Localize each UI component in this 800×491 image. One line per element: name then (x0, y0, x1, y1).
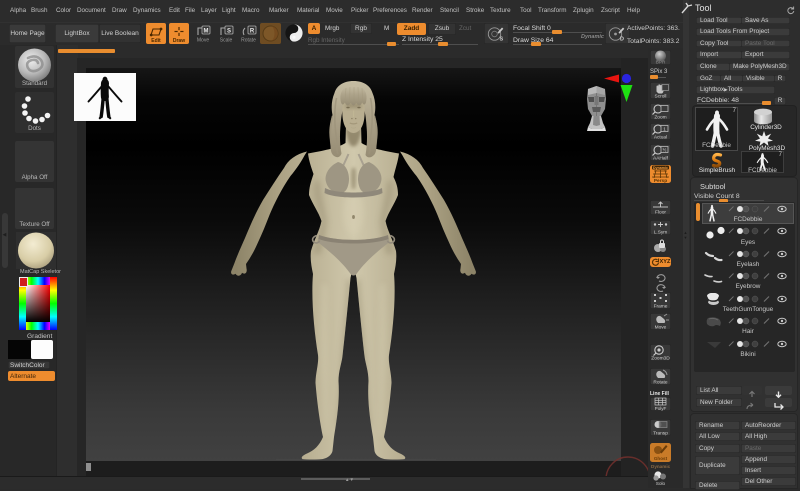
svg-text:Persp: Persp (654, 178, 667, 183)
svg-text:Rotate: Rotate (241, 38, 256, 44)
svg-text:Dynamic: Dynamic (653, 166, 668, 170)
svg-text:AAHalf: AAHalf (653, 156, 669, 162)
svg-text:PolyF: PolyF (655, 406, 667, 411)
svg-text:Move: Move (655, 325, 667, 331)
svg-text:Draw: Draw (173, 38, 185, 44)
svg-text:Solo: Solo (656, 481, 666, 486)
svg-text:Scale: Scale (220, 38, 233, 44)
svg-text:Actual: Actual (654, 135, 667, 141)
svg-text:L.Sym: L.Sym (654, 230, 668, 236)
svg-text:Transp: Transp (653, 431, 668, 437)
svg-text:S: S (500, 37, 504, 43)
svg-text:Rotate: Rotate (653, 380, 667, 386)
svg-text:Move: Move (197, 38, 209, 44)
svg-text:Frame: Frame (654, 304, 668, 310)
svg-text:Edit: Edit (151, 38, 161, 44)
svg-text:Floor: Floor (655, 210, 666, 216)
svg-text:Zoom3D: Zoom3D (651, 356, 670, 362)
svg-text:R: R (250, 29, 255, 35)
svg-text:Zoom: Zoom (654, 114, 666, 120)
svg-text:Scroll: Scroll (655, 94, 667, 100)
svg-text:½: ½ (663, 147, 667, 153)
svg-text:S: S (227, 29, 231, 35)
svg-text:D: D (620, 37, 624, 43)
svg-text:Ghost: Ghost (654, 456, 668, 461)
svg-text:M: M (204, 29, 209, 35)
svg-text:BPR: BPR (656, 60, 666, 65)
